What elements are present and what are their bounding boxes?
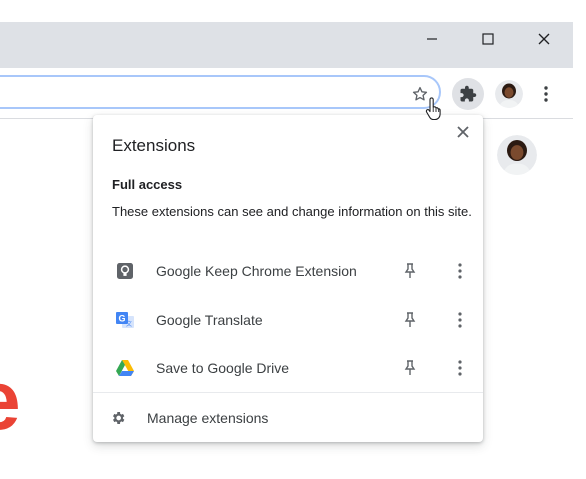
svg-text:文: 文 [126,320,132,328]
divider [93,392,483,393]
more-options-button[interactable] [450,261,470,281]
three-dots-vertical-icon [458,360,462,376]
extension-row-google-translate[interactable]: G 文 Google Translate [93,299,483,341]
manage-extensions-row[interactable]: Manage extensions [93,401,483,435]
more-options-button[interactable] [450,310,470,330]
google-translate-icon: G 文 [115,310,135,330]
pin-button[interactable] [400,261,420,281]
extension-name: Google Keep Chrome Extension [156,263,357,279]
window-edge [573,22,586,479]
section-heading: Full access [112,177,183,192]
gear-icon [110,410,126,426]
google-keep-icon [115,261,135,281]
close-icon [457,126,469,138]
puzzle-icon [460,85,477,102]
avatar-icon [497,135,537,175]
minimize-button[interactable] [409,22,455,56]
extension-row-google-keep[interactable]: Google Keep Chrome Extension [93,250,483,292]
extensions-popup: Extensions Full access These extensions … [93,115,483,442]
pin-button[interactable] [400,310,420,330]
more-options-button[interactable] [450,358,470,378]
extensions-button[interactable] [452,78,484,110]
popup-title: Extensions [112,136,196,155]
svg-text:G: G [118,314,125,324]
profile-avatar-button[interactable] [495,80,523,108]
maximize-button[interactable] [465,22,511,56]
chrome-menu-button[interactable] [536,84,556,104]
section-description: These extensions can see and change info… [112,204,472,219]
google-drive-icon [115,358,135,378]
extension-name: Google Translate [156,312,263,328]
close-window-button[interactable] [521,22,567,56]
pin-button[interactable] [400,358,420,378]
manage-extensions-label: Manage extensions [147,410,269,426]
extension-name: Save to Google Drive [156,360,290,376]
extension-row-save-to-drive[interactable]: Save to Google Drive [93,347,483,389]
pin-icon [404,263,416,278]
minimize-icon [427,38,437,40]
mouse-cursor-icon [424,96,444,122]
avatar-icon [495,80,523,108]
omnibox[interactable] [0,75,441,109]
three-dots-vertical-icon [458,263,462,279]
maximize-icon [482,33,494,45]
pin-icon [404,312,416,327]
three-dots-vertical-icon [458,312,462,328]
google-logo-fragment: e [0,358,21,442]
page-avatar[interactable] [497,135,537,175]
close-icon [538,33,550,45]
three-dots-vertical-icon [544,86,548,102]
pin-icon [404,360,416,375]
popup-close-button[interactable] [452,121,474,143]
window-top-strip [0,0,586,22]
